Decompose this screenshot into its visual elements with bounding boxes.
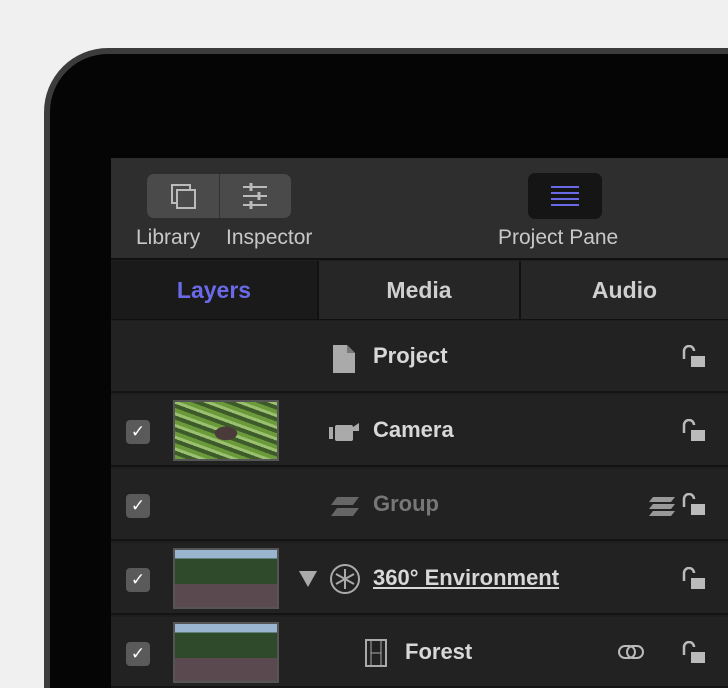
- 360-environment-icon: [330, 564, 360, 594]
- layer-name: Group: [373, 491, 439, 516]
- unlock-icon[interactable]: [681, 641, 707, 665]
- unlock-icon[interactable]: [681, 567, 707, 591]
- visibility-checkbox[interactable]: ✓: [126, 642, 150, 666]
- layer-row-forest[interactable]: ✓ Forest: [111, 617, 728, 688]
- tab-layers[interactable]: Layers: [111, 261, 317, 319]
- unlock-icon[interactable]: [681, 345, 707, 369]
- panel-toggle-group: [147, 174, 291, 218]
- disclosure-triangle-icon[interactable]: [299, 571, 317, 587]
- layer-row-group[interactable]: ✓ Group: [111, 469, 728, 541]
- project-pane-button[interactable]: [528, 173, 602, 219]
- tab-bar: Layers Media Audio: [111, 261, 728, 320]
- toolbar: Library Inspector Project Pane: [111, 158, 728, 260]
- stack-icon: [649, 497, 675, 516]
- layer-name: 360° Environment: [373, 565, 560, 590]
- unlock-icon[interactable]: [681, 493, 707, 517]
- visibility-checkbox[interactable]: ✓: [126, 420, 150, 444]
- layer-thumbnail: [173, 622, 279, 683]
- layer-name: Camera: [373, 417, 454, 442]
- inspector-button[interactable]: [218, 174, 292, 218]
- layer-thumbnail: [173, 400, 279, 461]
- project-pane-label: Project Pane: [498, 226, 619, 249]
- group-layers-icon: [331, 497, 359, 516]
- layer-row-project[interactable]: Project: [111, 321, 728, 393]
- library-label: Library: [136, 226, 201, 249]
- layer-row-camera[interactable]: ✓ Camera: [111, 395, 728, 467]
- tab-media[interactable]: Media: [319, 261, 519, 319]
- list-icon: [551, 186, 579, 206]
- motion-app: Library Inspector Project Pane Layers Me…: [111, 158, 728, 688]
- film-icon: [365, 639, 387, 667]
- layer-row-360-environment[interactable]: ✓ 360° Environment: [111, 543, 728, 615]
- sliders-icon: [243, 183, 268, 209]
- library-button[interactable]: [147, 174, 219, 218]
- library-icon: [170, 184, 196, 209]
- camera-icon: [329, 423, 359, 441]
- unlock-icon[interactable]: [681, 419, 707, 443]
- visibility-checkbox[interactable]: ✓: [126, 494, 150, 518]
- inspector-label: Inspector: [226, 226, 313, 249]
- document-icon: [333, 345, 355, 373]
- layer-name: Forest: [405, 639, 473, 664]
- layer-thumbnail: [173, 548, 279, 609]
- tab-audio[interactable]: Audio: [521, 261, 728, 319]
- visibility-checkbox[interactable]: ✓: [126, 568, 150, 592]
- link-icon: [618, 645, 644, 659]
- layer-name: Project: [373, 343, 448, 368]
